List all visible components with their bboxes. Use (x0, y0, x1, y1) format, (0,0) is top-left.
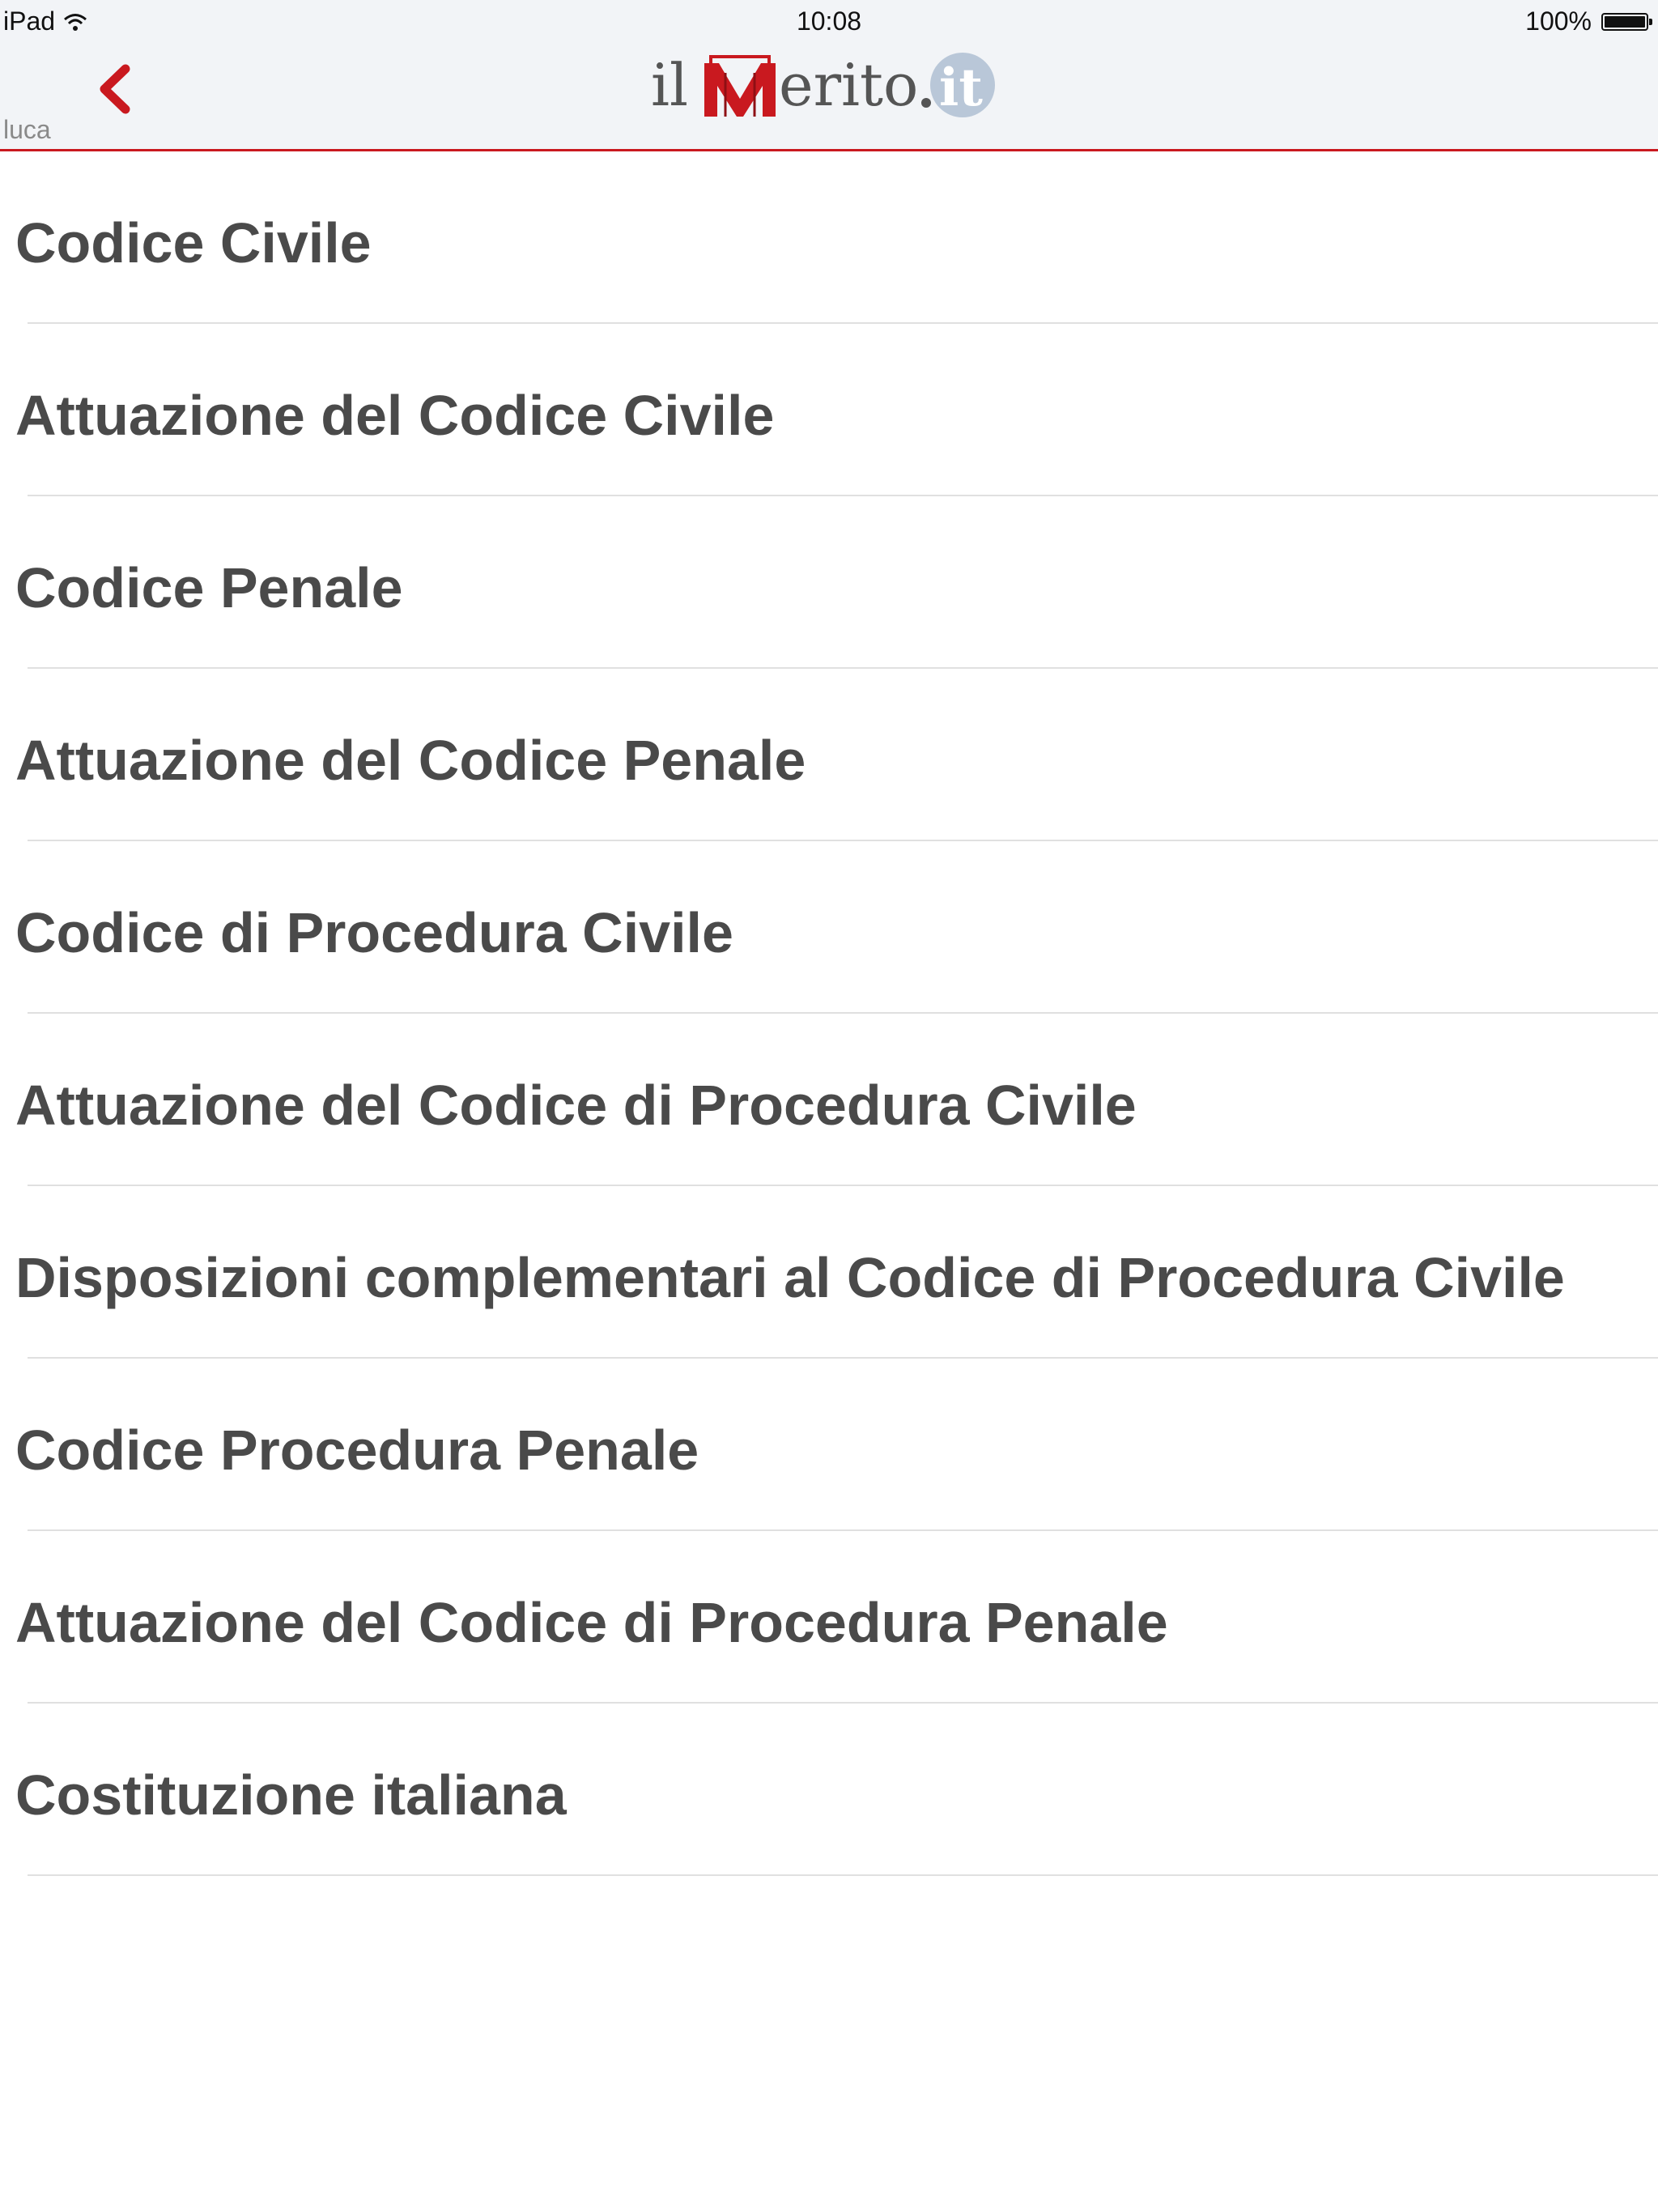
list-item[interactable]: Attuazione del Codice Civile (0, 324, 1658, 496)
svg-text:erito: erito (779, 51, 918, 119)
code-list: Codice Civile Attuazione del Codice Civi… (0, 151, 1658, 1876)
logo-m-mark (704, 55, 776, 117)
list-item-label: Disposizioni complementari al Codice di … (15, 1246, 1565, 1309)
list-item-label: Attuazione del Codice Penale (15, 729, 806, 792)
status-right: 100% (1525, 6, 1652, 36)
battery-icon (1601, 12, 1652, 31)
status-time: 10:08 (796, 6, 862, 36)
ilmerito-logo: il erito it (651, 51, 995, 119)
battery-percent: 100% (1525, 6, 1592, 36)
list-item-label: Codice di Procedura Civile (15, 901, 733, 964)
list-item[interactable]: Costituzione italiana (0, 1704, 1658, 1876)
list-item-label: Attuazione del Codice di Procedura Penal… (15, 1591, 1168, 1654)
status-bar: iPad 10:08 100% (0, 0, 1658, 47)
list-item[interactable]: Attuazione del Codice Penale (0, 669, 1658, 841)
svg-text:il: il (651, 51, 688, 119)
list-item[interactable]: Attuazione del Codice di Procedura Penal… (0, 1531, 1658, 1704)
list-item-label: Costituzione italiana (15, 1763, 567, 1827)
list-item-label: Codice Procedura Penale (15, 1419, 699, 1482)
navigation-bar: luca il erito it (0, 47, 1658, 151)
app-logo: il erito it (0, 49, 1658, 130)
list-item[interactable]: Codice Procedura Penale (0, 1359, 1658, 1531)
list-item-label: Attuazione del Codice Civile (15, 384, 775, 447)
list-item-label: Codice Penale (15, 556, 403, 619)
list-item-label: Codice Civile (15, 211, 372, 274)
divider (28, 1874, 1658, 1876)
list-item[interactable]: Codice di Procedura Civile (0, 841, 1658, 1014)
list-item[interactable]: Attuazione del Codice di Procedura Civil… (0, 1014, 1658, 1186)
list-item[interactable]: Codice Civile (0, 151, 1658, 324)
list-item[interactable]: Disposizioni complementari al Codice di … (0, 1186, 1658, 1359)
svg-text:it: it (939, 57, 983, 118)
list-item[interactable]: Codice Penale (0, 496, 1658, 669)
list-item-label: Attuazione del Codice di Procedura Civil… (15, 1074, 1137, 1137)
